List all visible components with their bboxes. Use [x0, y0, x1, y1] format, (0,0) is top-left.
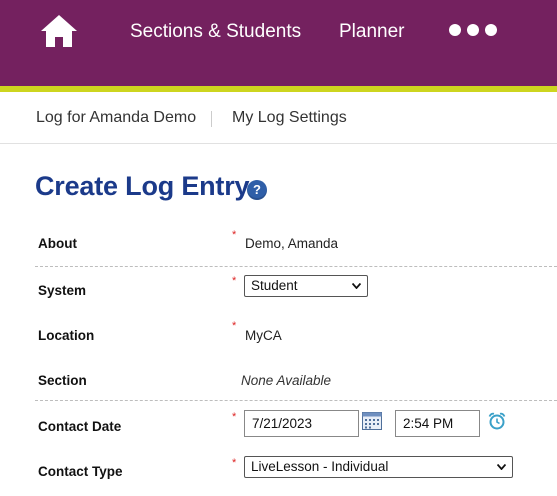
subnav-divider	[211, 111, 212, 127]
system-select-value: Student	[251, 278, 298, 293]
contact-time-input[interactable]: 2:54 PM	[395, 410, 480, 437]
section-label: Section	[38, 373, 87, 388]
help-icon[interactable]: ?	[247, 180, 267, 200]
chevron-down-icon	[352, 283, 361, 289]
required-marker: *	[232, 229, 237, 241]
contact-type-label: Contact Type	[38, 464, 123, 479]
system-select[interactable]: Student	[244, 275, 368, 297]
contact-type-select-value: LiveLesson - Individual	[251, 459, 389, 474]
log-for-student-link[interactable]: Log for Amanda Demo	[36, 109, 196, 127]
top-nav-bar: Sections & Students Planner	[0, 0, 557, 86]
home-icon[interactable]	[40, 14, 78, 48]
page-title: Create Log Entry	[35, 171, 250, 201]
required-marker: *	[232, 457, 237, 469]
nav-planner[interactable]: Planner	[339, 20, 405, 44]
alarm-clock-icon[interactable]	[488, 412, 506, 430]
contact-date-value: 7/21/2023	[252, 416, 313, 431]
section-value: None Available	[241, 373, 332, 388]
location-value: MyCA	[245, 328, 282, 343]
row-divider	[35, 266, 557, 267]
my-log-settings-link[interactable]: My Log Settings	[232, 109, 347, 127]
location-label: Location	[38, 328, 95, 343]
about-value: Demo, Amanda	[245, 236, 339, 251]
about-label: About	[38, 236, 77, 251]
system-label: System	[38, 283, 87, 298]
required-marker: *	[232, 411, 237, 423]
sub-nav: Log for Amanda Demo My Log Settings	[0, 92, 557, 144]
contact-date-label: Contact Date	[38, 419, 122, 434]
required-marker: *	[232, 320, 237, 332]
contact-type-select[interactable]: LiveLesson - Individual	[244, 456, 513, 478]
contact-time-value: 2:54 PM	[403, 416, 454, 431]
row-divider	[35, 400, 557, 401]
chevron-down-icon	[497, 464, 506, 470]
contact-date-input[interactable]: 7/21/2023	[244, 410, 359, 437]
calendar-icon[interactable]	[362, 412, 382, 430]
nav-sections-students[interactable]: Sections & Students	[130, 20, 301, 44]
more-dots-icon[interactable]	[449, 24, 497, 38]
required-marker: *	[232, 275, 237, 287]
